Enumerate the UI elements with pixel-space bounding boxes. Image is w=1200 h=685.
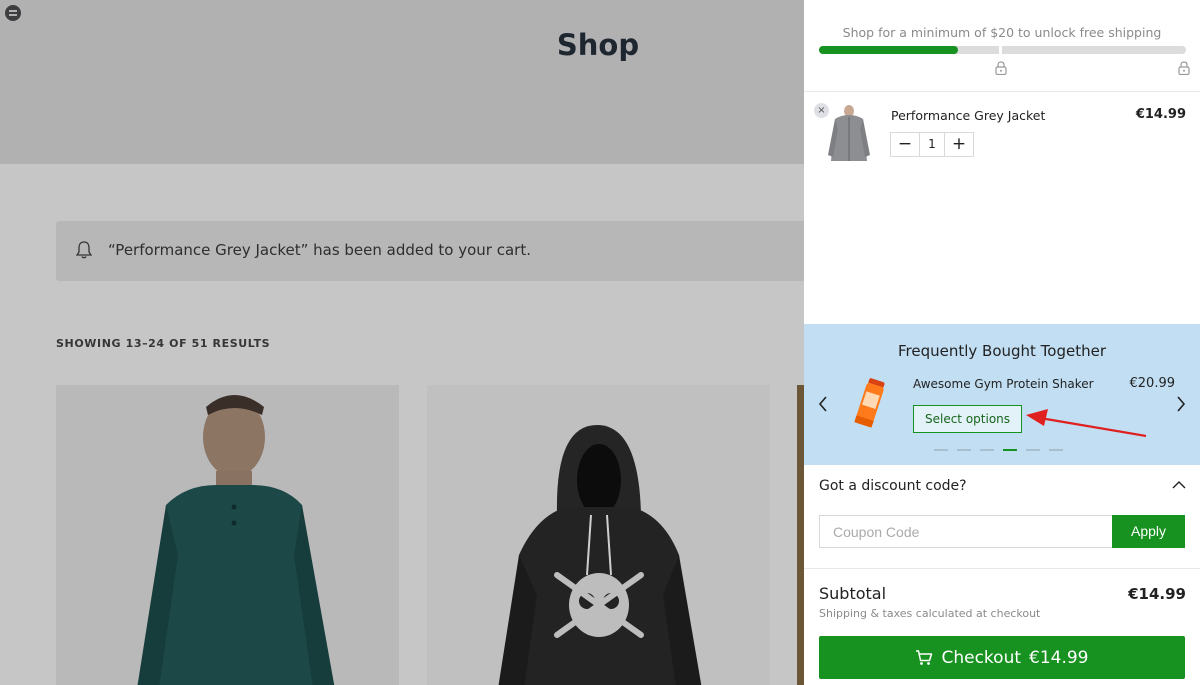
chevron-right-icon[interactable] [1176, 396, 1186, 412]
cart-item-name[interactable]: Performance Grey Jacket [891, 108, 1045, 123]
remove-item-button[interactable]: × [814, 103, 829, 118]
select-options-button[interactable]: Select options [913, 405, 1022, 433]
product-card-partial[interactable] [797, 385, 804, 685]
carousel-dot[interactable] [1026, 449, 1040, 451]
product-thumbnail-protein-shaker [854, 378, 885, 428]
fbt-product-name[interactable]: Awesome Gym Protein Shaker [913, 377, 1094, 391]
lock-icon [1178, 61, 1190, 75]
page-title: Shop [556, 28, 640, 62]
carousel-dot[interactable] [1049, 449, 1063, 451]
frequently-bought-together: Frequently Bought Together Awesome Gym P… [804, 324, 1200, 465]
checkout-total: €14.99 [1029, 647, 1089, 668]
lock-icon [995, 61, 1007, 75]
discount-title[interactable]: Got a discount code? [819, 478, 967, 494]
fbt-product-price: €20.99 [1129, 376, 1176, 391]
shipping-progress-fill [819, 46, 959, 54]
result-count: SHOWING 13–24 OF 51 RESULTS [56, 337, 271, 350]
annotation-arrow-icon [1026, 409, 1147, 438]
bell-icon [76, 241, 92, 259]
cart-line-item: × Performance Grey Jacket €14.99 − 1 + [804, 92, 1200, 182]
checkout-label: Checkout [941, 647, 1022, 668]
subtotal-label: Subtotal [819, 584, 887, 603]
site-logo-icon [5, 5, 21, 21]
chevron-up-icon[interactable] [1172, 480, 1186, 489]
checkout-button[interactable]: Checkout €14.99 [819, 636, 1185, 679]
carousel-dot[interactable] [1003, 449, 1017, 451]
notice-text: “Performance Grey Jacket” has been added… [108, 241, 531, 259]
increase-quantity-button[interactable]: + [945, 133, 973, 156]
free-shipping-message: Shop for a minimum of $20 to unlock free… [842, 25, 1162, 40]
shop-header: Shop [0, 0, 804, 164]
quantity-stepper: − 1 + [890, 132, 974, 157]
apply-coupon-button[interactable]: Apply [1112, 515, 1185, 548]
free-shipping-progress: Shop for a minimum of $20 to unlock free… [804, 0, 1200, 92]
subtotal-value: €14.99 [1128, 585, 1186, 603]
shop-page-overlay[interactable]: Shop “Performance Grey Jacket” has been … [0, 0, 804, 685]
cart-drawer: Shop for a minimum of $20 to unlock free… [804, 0, 1200, 685]
discount-section: Got a discount code? Apply [804, 465, 1200, 569]
carousel-dot[interactable] [957, 449, 971, 451]
product-thumbnail-grey-jacket [823, 105, 875, 163]
product-card-shirt[interactable] [56, 385, 399, 685]
shipping-note: Shipping & taxes calculated at checkout [819, 607, 1041, 620]
cart-item-price: €14.99 [1135, 107, 1186, 122]
cart-notice: “Performance Grey Jacket” has been added… [56, 221, 804, 281]
carousel-dot[interactable] [980, 449, 994, 451]
quantity-input[interactable]: 1 [919, 133, 945, 156]
carousel-pagination [934, 449, 1063, 451]
shopping-cart-icon [916, 649, 933, 665]
chevron-left-icon[interactable] [818, 396, 828, 412]
progress-milestone-divider [999, 44, 1002, 56]
carousel-dot[interactable] [934, 449, 948, 451]
coupon-code-input[interactable] [819, 515, 1113, 548]
decrease-quantity-button[interactable]: − [891, 133, 919, 156]
product-image-teal-shirt [56, 385, 399, 685]
product-card-hoodie[interactable] [427, 385, 770, 685]
fbt-title: Frequently Bought Together [897, 342, 1107, 360]
product-image-black-hoodie [427, 385, 770, 685]
shipping-progress-bar [819, 44, 1186, 56]
